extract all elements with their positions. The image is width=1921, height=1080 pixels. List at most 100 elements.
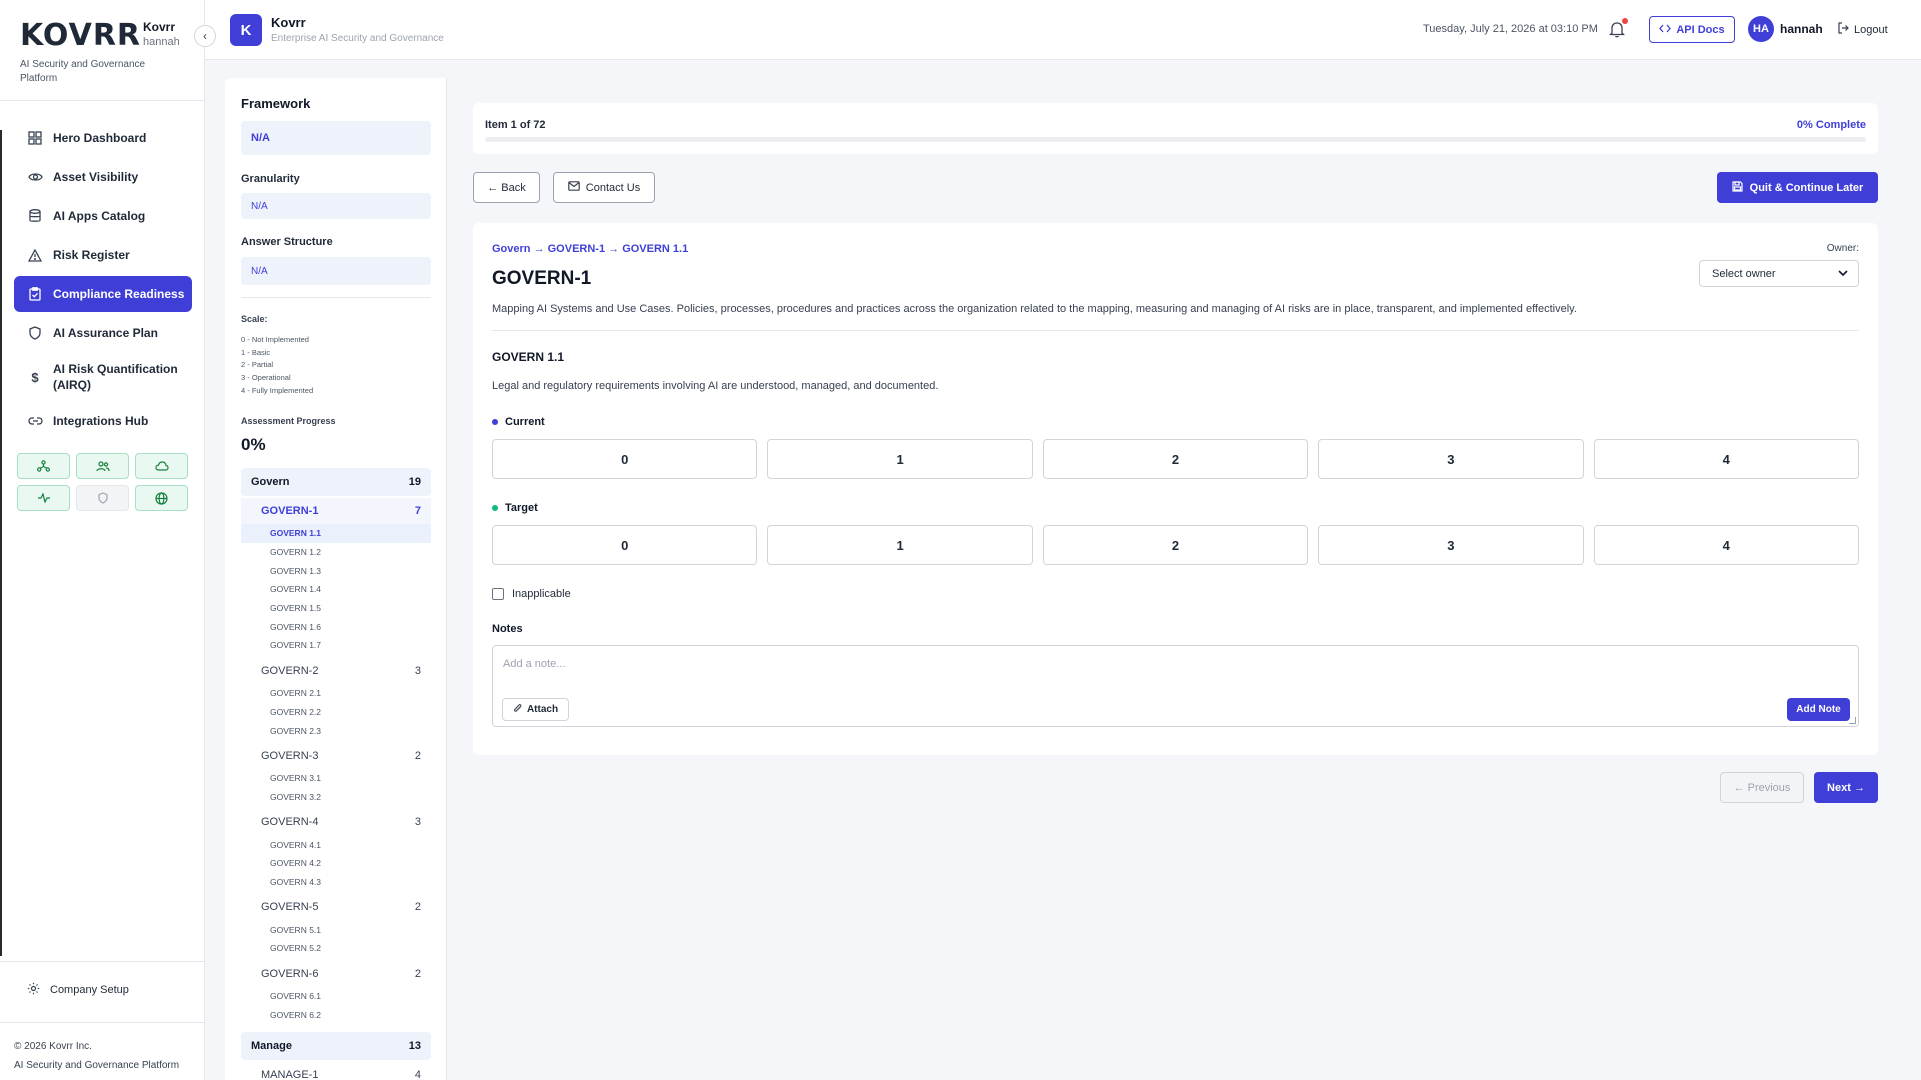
scale-item: 4 - Fully Implemented [241,385,314,395]
tree-item[interactable]: GOVERN 4.1 [241,835,431,854]
tree-item[interactable]: GOVERN 6.1 [241,987,431,1006]
attach-button[interactable]: Attach [502,698,569,721]
tree-item[interactable]: GOVERN 3.1 [241,769,431,788]
sidebar-item-airq[interactable]: $ AI Risk Quantification (AIRQ) [14,354,192,400]
tree-item[interactable]: GOVERN 1.5 [241,599,431,618]
quit-continue-later-button[interactable]: Quit & Continue Later [1717,172,1878,203]
current-datetime: Tuesday, July 21, 2026 at 03:10 PM [1423,23,1598,35]
notes-placeholder: Add a note... [503,658,566,670]
contact-us-button[interactable]: Contact Us [553,172,655,203]
company-setup-label: Company Setup [50,984,129,996]
target-rating-4[interactable]: 4 [1593,525,1859,565]
sidebar-item-ai-apps-catalog[interactable]: AI Apps Catalog [14,198,192,234]
tree-item[interactable]: GOVERN 1.2 [241,543,431,562]
sidebar-item-risk-register[interactable]: Risk Register [14,237,192,273]
gear-icon [27,982,40,998]
target-rating-2[interactable]: 2 [1042,525,1309,565]
tree-item[interactable]: GOVERN 4.3 [241,873,431,892]
question-description: Mapping AI Systems and Use Cases. Polici… [492,303,1577,315]
current-rating-4[interactable]: 4 [1593,439,1859,479]
inapplicable-checkbox[interactable]: Inapplicable [492,588,571,600]
tree-item[interactable]: GOVERN 2.3 [241,721,431,740]
network-icon[interactable] [17,453,70,479]
tree-item[interactable]: GOVERN 2.1 [241,684,431,703]
scale-item: 0 - Not Implemented [241,335,309,344]
collapse-sidebar-button[interactable]: ‹ [194,25,216,47]
group-name: GOVERN-1 [261,505,319,517]
breadcrumb[interactable]: Govern → GOVERN-1 → GOVERN 1.1 [492,243,688,255]
framework-title: Framework [241,96,311,111]
tree-item[interactable]: GOVERN 1.3 [241,561,431,580]
sidebar-item-ai-assurance-plan[interactable]: AI Assurance Plan [14,315,192,351]
dollar-icon: $ [31,369,39,385]
brand-tagline: AI Security and Governance Platform [20,59,146,84]
tree-item[interactable]: GOVERN 1.4 [241,580,431,599]
notification-dot [1622,18,1628,24]
avatar[interactable]: HA [1748,16,1774,42]
sidebar-item-integrations-hub[interactable]: Integrations Hub [14,403,192,439]
sidebar-user: hannah [143,36,180,48]
target-rating-1[interactable]: 1 [767,525,1033,565]
resize-handle[interactable] [1849,717,1856,724]
tree-item[interactable]: GOVERN 4.2 [241,854,431,873]
previous-button[interactable]: ← Previous [1720,772,1804,803]
bell-icon[interactable] [1608,18,1628,38]
sidebar-item-compliance-readiness[interactable]: Compliance Readiness [14,276,192,312]
tree-group-govern-1[interactable]: GOVERN-1 7 [241,498,431,524]
paperclip-icon [513,703,522,717]
back-button[interactable]: ← Back [473,172,540,203]
api-docs-button[interactable]: API Docs [1649,16,1735,43]
company-setup-link[interactable]: Company Setup [27,982,129,998]
notes-textarea[interactable]: Add a note... Attach Add Note [492,645,1859,727]
sidebar-item-asset-visibility[interactable]: Asset Visibility [14,159,192,195]
database-icon [27,208,43,224]
owner-select[interactable]: Select owner [1699,260,1859,287]
tree-item[interactable]: GOVERN 5.2 [241,939,431,958]
app-subtitle: Enterprise AI Security and Governance [271,33,444,44]
group-count: 3 [414,816,421,829]
tree-item[interactable]: GOVERN 1.6 [241,617,431,636]
sidebar-item-hero-dashboard[interactable]: Hero Dashboard [14,120,192,156]
tree-item[interactable]: GOVERN 1.7 [241,636,431,655]
cloud-icon[interactable] [135,453,188,479]
tree-group-govern-4[interactable]: GOVERN-4 3 [241,809,431,835]
target-rating-3[interactable]: 3 [1318,525,1584,565]
tree-item[interactable]: GOVERN 6.2 [241,1005,431,1024]
tree-section-manage[interactable]: Manage 13 [241,1032,431,1061]
add-note-button[interactable]: Add Note [1787,698,1850,721]
globe-icon[interactable] [135,485,188,511]
current-rating-3[interactable]: 3 [1318,439,1584,479]
tree-item[interactable]: GOVERN 1.1 [241,524,431,543]
group-count: 7 [414,505,421,517]
users-icon[interactable] [76,453,129,479]
current-rating-1[interactable]: 1 [767,439,1033,479]
tree-group-govern-3[interactable]: GOVERN-3 2 [241,743,431,769]
progress-bar [485,137,1866,142]
tree-group-manage-1[interactable]: MANAGE-1 4 [241,1062,431,1080]
tree-section-govern[interactable]: Govern 19 [241,468,431,496]
link-icon [27,413,43,429]
next-button[interactable]: Next → [1814,772,1878,803]
tree-item[interactable]: GOVERN 3.2 [241,788,431,807]
tree-item[interactable]: GOVERN 2.2 [241,703,431,722]
tree-group-govern-5[interactable]: GOVERN-5 2 [241,894,431,920]
shield-outline-icon[interactable] [76,485,129,511]
activity-icon[interactable] [17,485,70,511]
tree-group-govern-2[interactable]: GOVERN-2 3 [241,658,431,684]
copyright: © 2026 Kovrr Inc. [14,1041,92,1052]
target-rating-0[interactable]: 0 [492,525,758,565]
tree-item[interactable]: GOVERN 5.1 [241,920,431,939]
current-rating-label: Current [492,416,545,428]
tree-group-govern-6[interactable]: GOVERN-6 2 [241,961,431,987]
eye-icon [27,169,43,185]
shield-icon [27,325,43,341]
sidebar-item-label: Risk Register [53,248,130,262]
group-name: GOVERN-5 [261,901,319,914]
checkbox-box [492,588,504,600]
owner-select-value: Select owner [1712,267,1776,280]
percent-complete: 0% Complete [1796,119,1866,131]
current-rating-0[interactable]: 0 [492,439,758,479]
current-rating-2[interactable]: 2 [1042,439,1309,479]
logout-button[interactable]: Logout [1837,22,1888,37]
chevron-left-icon: ‹ [203,29,207,43]
